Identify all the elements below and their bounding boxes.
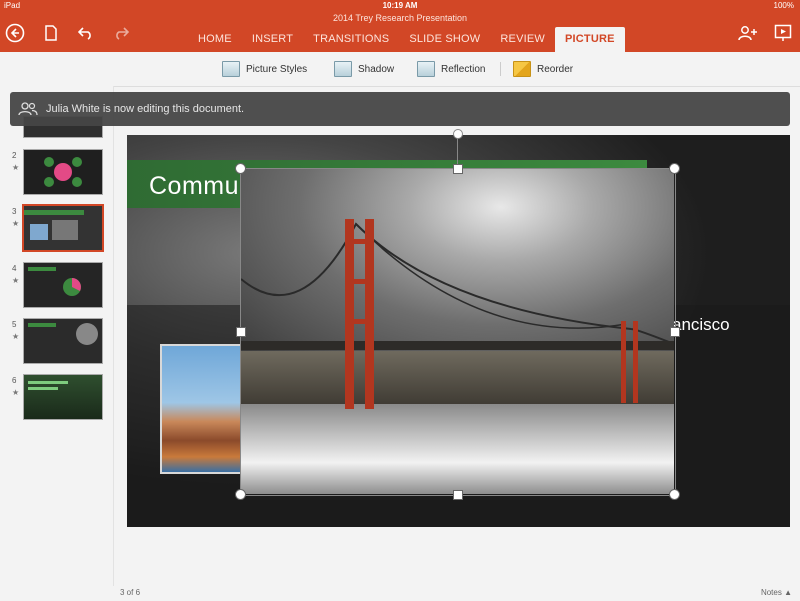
thumbnail-image: [30, 224, 48, 240]
reorder-icon: [513, 61, 531, 77]
slide-thumbnails-pane[interactable]: 2 ★ 3 ★ 4 ★ 5 ★ 6 ★: [0, 86, 114, 586]
thumbnail-image: [52, 220, 78, 240]
slide-thumbnail[interactable]: [23, 374, 103, 420]
resize-handle-top-right[interactable]: [669, 163, 680, 174]
slide-number: 3: [12, 207, 17, 216]
slide-number: 2: [12, 151, 17, 160]
comment-indicator: ★: [12, 163, 20, 172]
resize-handle-top[interactable]: [453, 164, 463, 174]
ribbon-divider: [500, 62, 501, 76]
comment-indicator: ★: [12, 219, 20, 228]
thumbnail-title-band: [28, 323, 56, 327]
resize-handle-bottom[interactable]: [453, 490, 463, 500]
shadow-label: Shadow: [358, 63, 395, 75]
tab-picture[interactable]: PICTURE: [554, 27, 625, 52]
thumbnail-photo: [76, 323, 98, 345]
reflection-button[interactable]: Reflection: [417, 60, 485, 78]
slide-number: 4: [12, 264, 17, 273]
resize-handle-left[interactable]: [236, 327, 246, 337]
status-time: 10:19 AM: [382, 1, 418, 10]
selected-picture-bridge[interactable]: [241, 169, 674, 494]
slide-number: 6: [12, 376, 17, 385]
tab-home[interactable]: HOME: [188, 27, 242, 52]
thumbnail-slide-2[interactable]: 2 ★: [8, 149, 108, 195]
resize-handle-bottom-left[interactable]: [235, 489, 246, 500]
tab-slide-show[interactable]: SLIDE SHOW: [399, 27, 490, 52]
people-icon: [18, 102, 38, 116]
notes-label: Notes: [760, 588, 782, 597]
comment-indicator: ★: [12, 332, 20, 341]
ribbon-tabs: HOME INSERT TRANSITIONS SLIDE SHOW REVIE…: [188, 27, 625, 52]
bridge-illustration: [241, 219, 674, 409]
thumbnail-diagram: [44, 157, 82, 187]
picture-styles-button[interactable]: Picture Styles: [222, 60, 307, 78]
redo-button[interactable]: [110, 22, 132, 44]
file-button[interactable]: [40, 22, 62, 44]
picture-styles-icon: [222, 61, 240, 77]
slide-thumbnail-selected[interactable]: [22, 204, 104, 252]
shadow-icon: [334, 61, 352, 77]
reflection-label: Reflection: [441, 63, 486, 75]
notes-button[interactable]: Notes ▲: [761, 588, 792, 597]
comment-indicator: ★: [12, 388, 20, 397]
add-person-icon: [738, 26, 757, 41]
share-button[interactable]: [737, 22, 759, 44]
document-icon: [45, 25, 57, 41]
back-button[interactable]: [4, 22, 26, 44]
present-icon: [774, 24, 792, 41]
redo-icon: [116, 27, 129, 40]
notification-text: Julia White is now editing this document…: [46, 103, 245, 115]
city-caption[interactable]: ancisco: [672, 315, 730, 335]
rotation-handle[interactable]: [453, 129, 463, 139]
present-button[interactable]: [772, 22, 794, 44]
thumbnail-text-line: [28, 387, 58, 390]
picture-ribbon: Picture Styles Shadow Reflection Reorder: [0, 52, 800, 87]
thumbnail-slide-5[interactable]: 5 ★: [8, 318, 108, 364]
tab-transitions[interactable]: TRANSITIONS: [303, 27, 399, 52]
undo-icon: [78, 27, 91, 40]
thumbnail-slide-4[interactable]: 4 ★: [8, 262, 108, 308]
slide-count: 3 of 6: [120, 588, 141, 597]
reflection-icon: [417, 61, 435, 77]
thumbnail-slide-6[interactable]: 6 ★: [8, 374, 108, 420]
resize-handle-bottom-right[interactable]: [669, 489, 680, 500]
resize-handle-right[interactable]: [670, 327, 680, 337]
thumbnail-title-band: [24, 210, 84, 215]
reorder-button[interactable]: Reorder: [513, 60, 573, 78]
picture-styles-label: Picture Styles: [246, 63, 308, 75]
status-footer: 3 of 6 Notes ▲: [114, 586, 800, 601]
status-bar: iPad 10:19 AM 100%: [0, 0, 800, 12]
city-skyline-image[interactable]: [160, 344, 254, 474]
shadow-button[interactable]: Shadow: [334, 60, 394, 78]
comment-indicator: ★: [12, 276, 20, 285]
undo-button[interactable]: [75, 22, 97, 44]
tab-insert[interactable]: INSERT: [242, 27, 303, 52]
slide-title[interactable]: Commu: [149, 172, 239, 201]
coauthoring-notification[interactable]: Julia White is now editing this document…: [10, 92, 790, 126]
tab-review[interactable]: REVIEW: [490, 27, 555, 52]
slide-thumbnail[interactable]: [23, 149, 103, 195]
slide-thumbnail[interactable]: [23, 318, 103, 364]
resize-handle-top-left[interactable]: [235, 163, 246, 174]
app-header: iPad 10:19 AM 100% 2014 Trey Research Pr…: [0, 0, 800, 52]
thumbnail-slide-3[interactable]: 3 ★: [8, 204, 108, 252]
reorder-label: Reorder: [537, 63, 574, 75]
thumbnail-text-line: [28, 381, 68, 384]
thumbnail-title-band: [28, 267, 56, 271]
slide-thumbnail[interactable]: [23, 262, 103, 308]
battery-level: 100%: [773, 1, 794, 10]
slide-number: 5: [12, 320, 17, 329]
back-arrow-icon: [5, 23, 25, 43]
